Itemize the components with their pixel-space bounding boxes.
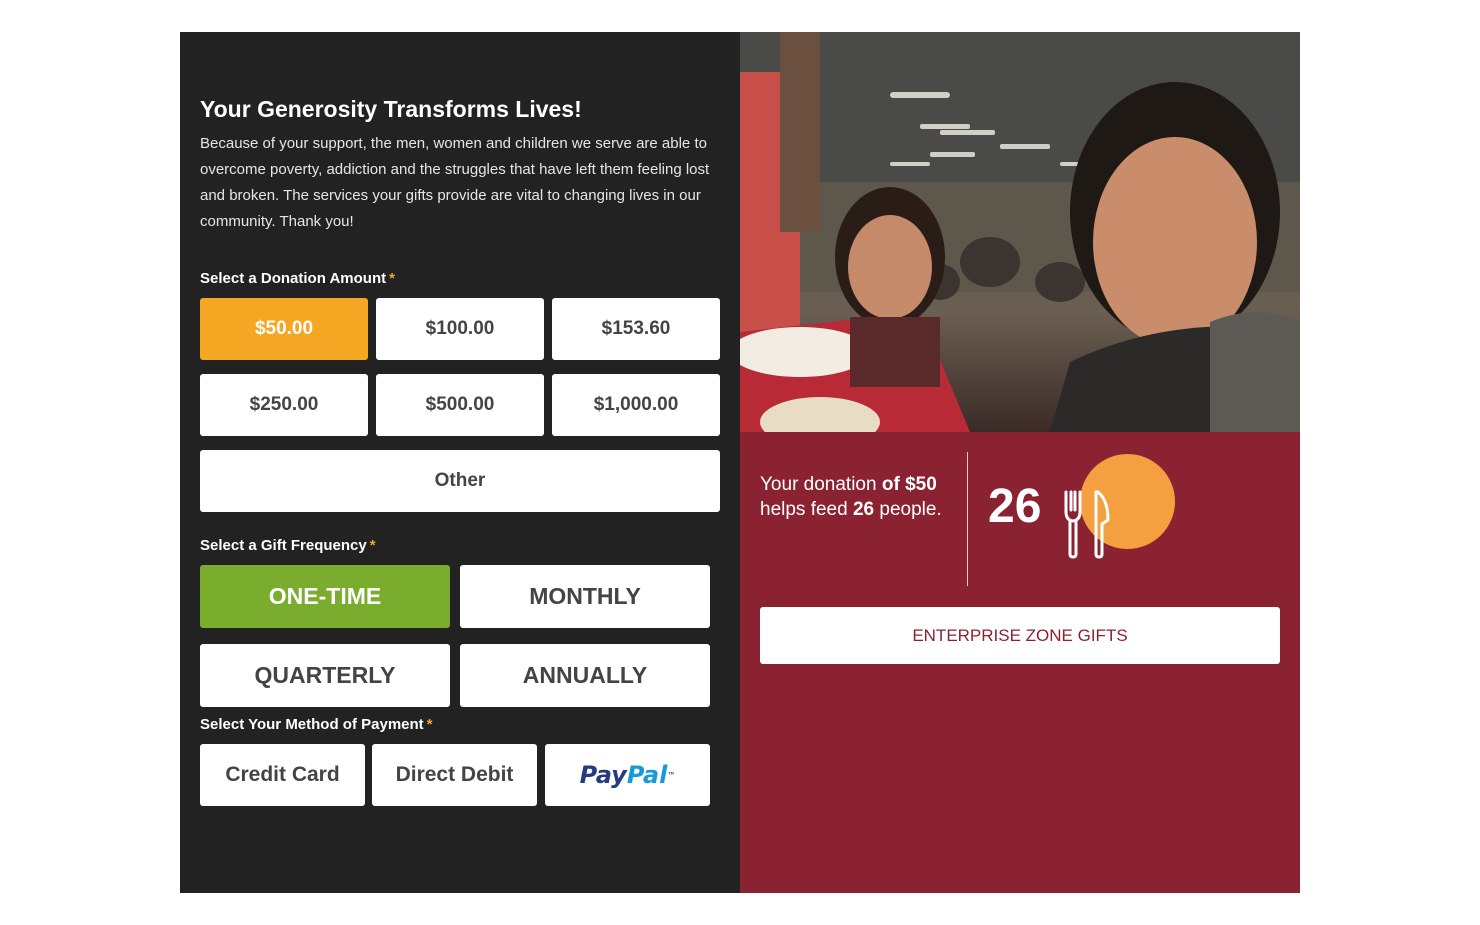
amount-button-153-60[interactable]: $153.60 (552, 298, 720, 360)
amount-button-500[interactable]: $500.00 (376, 374, 544, 436)
children-dining-photo (740, 32, 1300, 432)
required-marker: * (426, 716, 433, 733)
frequency-annually-button[interactable]: ANNUALLY (460, 644, 710, 707)
donation-amount-label: Select a Donation Amount * (200, 270, 395, 287)
paypal-button[interactable]: Pay Pal ™ (545, 744, 710, 806)
other-amount-button[interactable]: Other (200, 450, 720, 512)
amount-button-250[interactable]: $250.00 (200, 374, 368, 436)
required-marker: * (369, 537, 376, 554)
frequency-monthly-button[interactable]: MONTHLY (460, 565, 710, 628)
donation-card: Your Generosity Transforms Lives! Becaus… (180, 32, 1300, 893)
amount-button-1000[interactable]: $1,000.00 (552, 374, 720, 436)
donation-form-panel: Your Generosity Transforms Lives! Becaus… (180, 32, 740, 893)
fork-knife-icon (1064, 490, 1110, 559)
enterprise-zone-gifts-button[interactable]: ENTERPRISE ZONE GIFTS (760, 607, 1280, 664)
page-title: Your Generosity Transforms Lives! (200, 96, 582, 122)
amount-button-100[interactable]: $100.00 (376, 298, 544, 360)
gift-frequency-label: Select a Gift Frequency * (200, 537, 376, 554)
amount-button-50[interactable]: $50.00 (200, 298, 368, 360)
intro-text: Because of your support, the men, women … (200, 135, 710, 230)
payment-method-label: Select Your Method of Payment * (200, 716, 433, 733)
frequency-quarterly-button[interactable]: QUARTERLY (200, 644, 450, 707)
paypal-logo-pay: Pay (579, 761, 627, 789)
impact-divider (967, 452, 968, 586)
impact-text: Your donation of $50 helps feed 26 peopl… (760, 474, 942, 520)
credit-card-button[interactable]: Credit Card (200, 744, 365, 806)
direct-debit-button[interactable]: Direct Debit (372, 744, 537, 806)
hero-photo (740, 32, 1300, 432)
required-marker: * (389, 270, 395, 287)
paypal-logo-pal: Pal (626, 761, 668, 789)
paypal-trademark: ™ (667, 770, 676, 780)
impact-panel: Your donation of $50 helps feed 26 peopl… (740, 32, 1300, 893)
people-fed-count: 26 (988, 480, 1042, 533)
frequency-one-time-button[interactable]: ONE-TIME (200, 565, 450, 628)
